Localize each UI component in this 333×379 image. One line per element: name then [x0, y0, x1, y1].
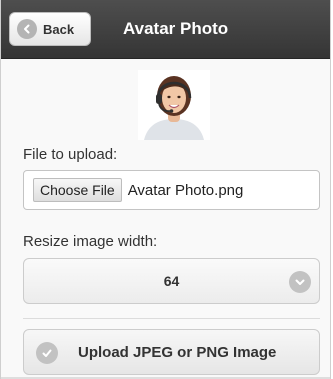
file-input[interactable]: Choose File Avatar Photo.png [23, 170, 320, 210]
page-title: Avatar Photo [123, 19, 229, 38]
file-upload-label: File to upload: [23, 146, 118, 163]
choose-file-button[interactable]: Choose File [33, 178, 122, 202]
divider [23, 318, 320, 319]
chevron-down-icon [289, 271, 311, 293]
selected-file-name: Avatar Photo.png [127, 181, 244, 199]
upload-image-button[interactable]: Upload JPEG or PNG Image [23, 329, 320, 375]
header-bar: Back Avatar Photo [1, 0, 330, 59]
avatar-photo-page: Back Avatar Photo File to upload: Choose… [0, 0, 331, 379]
back-button[interactable]: Back [9, 12, 91, 46]
check-icon [36, 342, 58, 364]
chevron-left-icon [17, 19, 37, 39]
avatar [138, 70, 210, 140]
resize-width-select[interactable]: 64 [23, 258, 320, 304]
resize-width-value: 64 [163, 273, 180, 289]
upload-button-label: Upload JPEG or PNG Image [78, 344, 277, 361]
resize-width-label: Resize image width: [23, 233, 158, 250]
back-button-label: Back [43, 21, 75, 37]
